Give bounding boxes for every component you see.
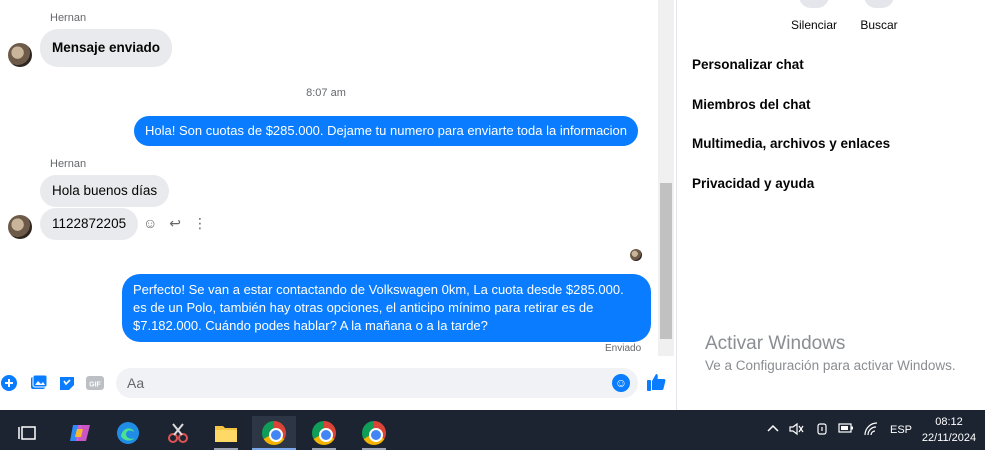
copilot-icon[interactable] — [58, 416, 102, 450]
message-timestamp: 8:07 am — [306, 87, 346, 99]
task-view-icon[interactable] — [6, 416, 50, 450]
mute-label: Silenciar — [791, 18, 838, 32]
message-incoming[interactable]: Hola buenos días — [40, 175, 170, 207]
chrome-logo — [262, 421, 286, 445]
system-clock[interactable]: 08:12 22/11/2024 — [918, 414, 980, 446]
chrome-logo — [312, 421, 336, 445]
sticker-icon[interactable] — [58, 374, 76, 392]
panel-item-privacy[interactable]: Privacidad y ayuda — [692, 176, 814, 191]
message-incoming[interactable]: 1122872205 — [40, 208, 139, 240]
read-receipt-avatar — [630, 249, 642, 261]
watermark-title: Activar Windows — [705, 333, 846, 354]
chrome-profile-2-icon[interactable] — [302, 416, 346, 450]
chat-area: Hernan Mensaje enviado 8:07 am Hola! Son… — [0, 0, 658, 410]
watermark-subtitle: Ve a Configuración para activar Windows. — [705, 358, 956, 373]
search-button[interactable]: Buscar — [859, 0, 899, 32]
mute-button[interactable]: Silenciar — [791, 0, 837, 32]
react-icon[interactable]: ☺ — [143, 216, 157, 230]
image-icon[interactable] — [30, 374, 48, 392]
usb-icon[interactable] — [815, 422, 829, 439]
windows-activation-watermark: Activar Windows Ve a Configuración para … — [705, 333, 956, 375]
chevron-up-icon[interactable] — [766, 422, 780, 437]
panel-item-members[interactable]: Miembros del chat — [692, 97, 811, 112]
wifi-icon[interactable] — [863, 422, 879, 439]
chrome-profile-3-icon[interactable] — [352, 416, 396, 450]
svg-text:GIF: GIF — [89, 382, 101, 389]
reply-icon[interactable]: ↩ — [169, 216, 181, 230]
sender-name: Hernan — [50, 158, 87, 170]
chat-info-panel: Silenciar Buscar Personalizar chat Miemb… — [677, 0, 985, 410]
chat-scrollbar-thumb[interactable] — [660, 183, 672, 339]
message-composer: GIF ☺ — [0, 366, 674, 402]
file-explorer-icon[interactable] — [204, 416, 248, 450]
emoji-icon[interactable]: ☺ — [612, 374, 630, 392]
input-language[interactable]: ESP — [890, 424, 912, 436]
more-icon[interactable]: ⋮ — [193, 216, 207, 230]
speaker-muted-icon[interactable] — [789, 422, 805, 439]
message-outgoing[interactable]: Hola! Son cuotas de $285.000. Dejame tu … — [134, 116, 639, 146]
search-label: Buscar — [860, 18, 898, 32]
snipping-tool-icon[interactable] — [156, 416, 200, 450]
panel-item-customize[interactable]: Personalizar chat — [692, 57, 804, 72]
clock-date: 22/11/2024 — [921, 432, 977, 444]
chrome-logo — [362, 421, 386, 445]
message-incoming[interactable]: Mensaje enviado — [40, 29, 173, 67]
battery-icon[interactable] — [838, 422, 854, 437]
gif-icon[interactable]: GIF — [86, 374, 104, 392]
thumbs-up-icon[interactable] — [646, 372, 666, 398]
clock-time: 08:12 — [935, 416, 963, 428]
message-outgoing[interactable]: Perfecto! Se van a estar contactando de … — [122, 274, 651, 342]
message-status: Enviado — [605, 343, 642, 354]
edge-icon[interactable] — [106, 416, 150, 450]
chrome-profile-1-icon[interactable] — [252, 416, 296, 450]
message-input[interactable] — [116, 368, 638, 398]
message-actions: ☺ ↩ ⋮ — [143, 216, 207, 230]
messenger-window: Hernan Mensaje enviado 8:07 am Hola! Son… — [0, 0, 985, 450]
avatar[interactable] — [8, 215, 32, 239]
bell-icon — [799, 0, 829, 8]
avatar[interactable] — [8, 43, 32, 67]
search-icon — [864, 0, 894, 8]
panel-item-media[interactable]: Multimedia, archivos y enlaces — [692, 136, 890, 151]
sender-name: Hernan — [50, 12, 87, 24]
plus-icon[interactable] — [0, 374, 18, 392]
